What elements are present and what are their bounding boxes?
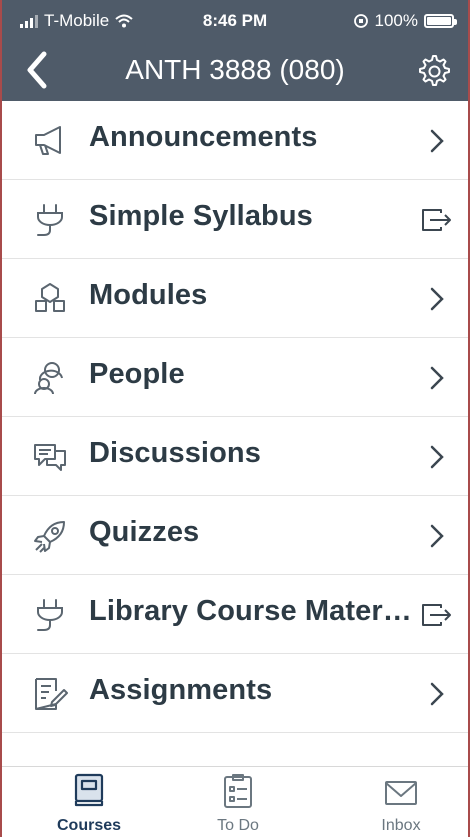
plug-icon [37,204,63,236]
top-bar: T-Mobile 8:46 PM 100% ANTH 3888 (080) [2,0,468,101]
menu-item-label: Library Course Mater… [89,595,412,627]
book-icon [74,773,104,807]
modules-icon [35,283,65,312]
chevron-right-icon [430,445,444,469]
menu-item-people[interactable]: People [2,338,468,417]
gear-icon [419,55,450,86]
chevron-right-icon [430,287,444,311]
status-bar: T-Mobile 8:46 PM 100% [2,0,468,40]
chevron-right-icon [430,366,444,390]
tab-label: Courses [56,817,122,834]
menu-item-modules[interactable]: Modules [2,259,468,338]
menu-item-label: Assignments [89,674,273,706]
nav-bar: ANTH 3888 (080) [2,40,468,101]
menu-item-label: Simple Syllabus [89,200,313,232]
tab-courses[interactable]: Courses [29,767,149,837]
battery-info: 100% [353,11,457,31]
menu-item-quizzes[interactable]: Quizzes [2,496,468,575]
menu-item-simple-syllabus[interactable]: Simple Syllabus [2,180,468,259]
battery-percent: 100% [374,11,418,30]
external-link-icon [422,209,451,231]
menu-item-assignments[interactable]: Assignments [2,654,468,733]
chevron-right-icon [430,129,444,153]
tab-bar: Courses To Do Inbox [2,766,468,837]
people-icon [34,362,63,395]
tab-label: Inbox [381,817,421,834]
battery-icon [424,14,457,28]
envelope-icon [385,781,417,805]
clipboard-icon [224,774,252,808]
chevron-right-icon [430,524,444,548]
menu-item-label: Announcements [89,121,318,153]
plug-icon [37,599,63,631]
megaphone-icon [35,126,61,155]
chevron-right-icon [430,682,444,706]
menu-item-label: Discussions [89,437,261,469]
menu-item-label: Quizzes [89,516,200,548]
menu-item-library-course-materials[interactable]: Library Course Mater… [2,575,468,654]
tab-inbox[interactable]: Inbox [341,767,461,837]
menu-item-label: People [89,358,185,390]
course-menu: Announcements Simple Syllabus Modules Pe… [2,101,468,733]
external-link-icon [422,604,451,626]
discussions-icon [34,444,66,471]
rocket-icon [34,521,65,553]
tab-label: To Do [217,817,259,834]
menu-item-label: Modules [89,279,208,311]
orientation-lock-icon [353,14,368,28]
menu-item-announcements[interactable]: Announcements [2,101,468,180]
tab-todo[interactable]: To Do [178,767,298,837]
assignment-icon [35,678,68,710]
menu-item-discussions[interactable]: Discussions [2,417,468,496]
settings-button[interactable] [416,53,450,87]
page-title: ANTH 3888 (080) [125,54,345,85]
